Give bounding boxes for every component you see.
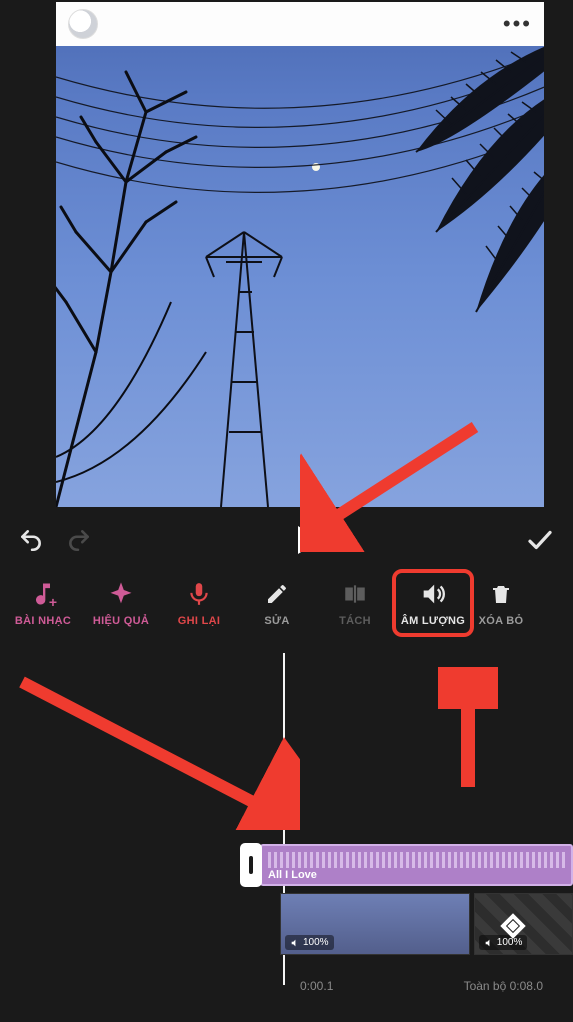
video-clip-1[interactable]: 100% — [280, 893, 470, 955]
video-preview: ••• — [56, 2, 544, 507]
total-time: Toàn bộ 0:08.0 — [464, 979, 543, 993]
preview-image — [56, 2, 544, 507]
edit-button[interactable]: SỬA — [238, 579, 316, 627]
pencil-icon — [265, 579, 289, 609]
edit-toolbar: + BÀI NHẠC HIỆU QUẢ GHI LẠI SỬA TÁCH ÂM … — [0, 573, 573, 653]
music-button[interactable]: + BÀI NHẠC — [4, 579, 82, 627]
tool-label: XÓA BỎ — [479, 615, 524, 627]
tool-label: GHI LẠI — [178, 615, 220, 627]
clip-volume-badge: 100% — [479, 935, 528, 950]
current-time: 0:00.1 — [300, 979, 333, 993]
play-button[interactable] — [298, 526, 320, 554]
avatar[interactable] — [68, 9, 98, 39]
volume-button[interactable]: ÂM LƯỢNG — [394, 573, 472, 635]
clip-volume-value: 100% — [497, 937, 523, 948]
more-options-icon[interactable]: ••• — [503, 11, 532, 37]
tool-label: HIỆU QUẢ — [93, 615, 149, 627]
timeline[interactable]: All I Love 100% 100% 0:00.1 Toàn bộ 0:08… — [0, 653, 573, 1003]
audio-clip-title: All I Love — [268, 869, 317, 881]
split-button: TÁCH — [316, 579, 394, 627]
undo-button[interactable] — [18, 527, 44, 553]
split-icon — [342, 579, 368, 609]
tool-label: SỬA — [264, 615, 289, 627]
player-controls — [0, 507, 573, 573]
clip-volume-badge: 100% — [285, 935, 334, 950]
annotation-highlight — [392, 569, 474, 637]
clip-volume-value: 100% — [303, 937, 329, 948]
record-button[interactable]: GHI LẠI — [160, 579, 238, 627]
tool-label: TÁCH — [339, 615, 371, 627]
microphone-icon — [186, 579, 212, 609]
post-header: ••• — [56, 2, 544, 46]
tool-label: BÀI NHẠC — [15, 615, 71, 627]
waveform — [268, 852, 565, 868]
audio-clip[interactable]: All I Love — [260, 844, 573, 886]
music-note-icon: + — [29, 579, 57, 609]
effect-button[interactable]: HIỆU QUẢ — [82, 579, 160, 627]
done-button[interactable] — [525, 525, 555, 555]
delete-button[interactable]: XÓA BỎ — [472, 579, 530, 627]
clip-trim-handle[interactable] — [240, 843, 262, 887]
redo-button — [66, 527, 92, 553]
video-track[interactable]: 100% 100% — [280, 893, 573, 955]
trash-icon — [489, 579, 513, 609]
svg-text:+: + — [49, 594, 57, 608]
sparkle-icon — [107, 579, 135, 609]
time-indicator: 0:00.1 Toàn bộ 0:08.0 — [0, 979, 573, 993]
